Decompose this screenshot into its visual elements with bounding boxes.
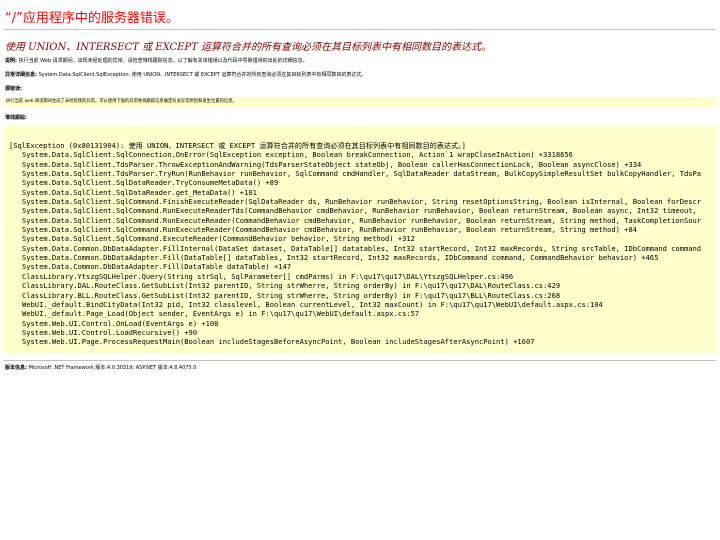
page-title: “/”应用程序中的服务器错误。 — [5, 11, 179, 26]
stack-frame: System.Data.SqlClient.TdsParser.TryRun(R… — [22, 169, 702, 179]
source-error-text: 执行当前 web 请求期间生成了未经处理的异常。可以使用下面的异常堆栈跟踪信息确… — [6, 99, 237, 104]
description-text: 执行当前 Web 请求期间，出现未经处理的异常。请检查堆栈跟踪信息，以了解有关该… — [18, 58, 308, 64]
stack-trace-header: [SqlException (0x80131904): 使用 UNION、INT… — [9, 141, 466, 150]
header-divider — [4, 29, 716, 30]
stack-frame: System.Data.SqlClient.SqlCommand.RunExec… — [22, 225, 637, 235]
stack-trace-box: [SqlException (0x80131904): 使用 UNION、INT… — [3, 126, 717, 354]
stack-trace-row: 堆栈跟踪: — [5, 115, 27, 122]
version-info-row: 版本信息: Microsoft .NET Framework 版本:4.0.30… — [5, 365, 196, 372]
exception-details-label: 异常详细信息: — [5, 72, 38, 78]
description-label: 说明: — [5, 58, 17, 64]
stack-frame: System.Data.Common.DbDataAdapter.Fill(Da… — [22, 262, 292, 272]
exception-details-text: System.Data.SqlClient.SqlException: 使用 U… — [38, 72, 367, 78]
version-info-label: 版本信息: — [5, 365, 27, 371]
stack-frame: System.Web.UI.Page.ProcessRequestMain(Bo… — [22, 337, 535, 347]
stack-frame: ClassLibrary.DAL.RouteClass.GetSubList(I… — [22, 281, 561, 291]
error-message: 使用 UNION、INTERSECT 或 EXCEPT 运算符合并的所有查询必须… — [5, 42, 492, 53]
exception-details-row: 异常详细信息: System.Data.SqlClient.SqlExcepti… — [5, 72, 366, 79]
footer-divider — [4, 360, 716, 361]
stack-frame: System.Data.SqlClient.SqlCommand.Execute… — [22, 234, 415, 244]
version-info-text: Microsoft .NET Framework 版本:4.0.30319; A… — [28, 365, 197, 371]
stack-frame: System.Data.SqlClient.SqlDataReader.get_… — [22, 187, 257, 197]
error-page: “/”应用程序中的服务器错误。 使用 UNION、INTERSECT 或 EXC… — [0, 0, 720, 540]
stack-frame: System.Data.Common.DbDataAdapter.FillInt… — [22, 243, 702, 253]
stack-frame: System.Data.SqlClient.SqlConnection.OnEr… — [22, 150, 573, 160]
stack-frame: System.Data.SqlClient.SqlCommand.RunExec… — [22, 215, 702, 225]
stack-frame: System.Data.SqlClient.SqlCommand.FinishE… — [22, 197, 702, 207]
stack-frame: System.Data.SqlClient.TdsParser.ThrowExc… — [22, 159, 642, 169]
stack-frame: ClassLibrary.YtszgSQLHelper.Query(String… — [22, 271, 514, 281]
stack-frame: System.Data.SqlClient.SqlCommand.RunExec… — [22, 206, 702, 216]
stack-frame: System.Web.UI.Control.LoadRecursive() +9… — [22, 327, 198, 337]
stack-frame: WebUI._default.BindCityData(Int32 pid, I… — [22, 299, 603, 309]
source-error-box: 执行当前 web 请求期间生成了未经处理的异常。可以使用下面的异常堆栈跟踪信息确… — [3, 97, 717, 107]
stack-frame: System.Data.SqlClient.SqlDataReader.TryC… — [22, 178, 279, 188]
stack-trace-label: 堆栈跟踪: — [5, 115, 27, 121]
stack-frame: ClassLibrary.BLL.RouteClass.GetSubList(I… — [22, 290, 561, 300]
stack-frame: System.Web.UI.Control.OnLoad(EventArgs e… — [22, 318, 219, 328]
stack-frame: WebUI._default.Page_Load(Object sender, … — [22, 309, 420, 319]
stack-trace-code: [SqlException (0x80131904): 使用 UNION、INT… — [9, 141, 701, 347]
description-row: 说明: 执行当前 Web 请求期间，出现未经处理的异常。请检查堆栈跟踪信息，以了… — [5, 58, 308, 65]
source-error-row: 源错误: — [5, 86, 22, 93]
source-error-label: 源错误: — [5, 86, 22, 92]
stack-frame: System.Data.Common.DbDataAdapter.Fill(Da… — [22, 253, 659, 263]
